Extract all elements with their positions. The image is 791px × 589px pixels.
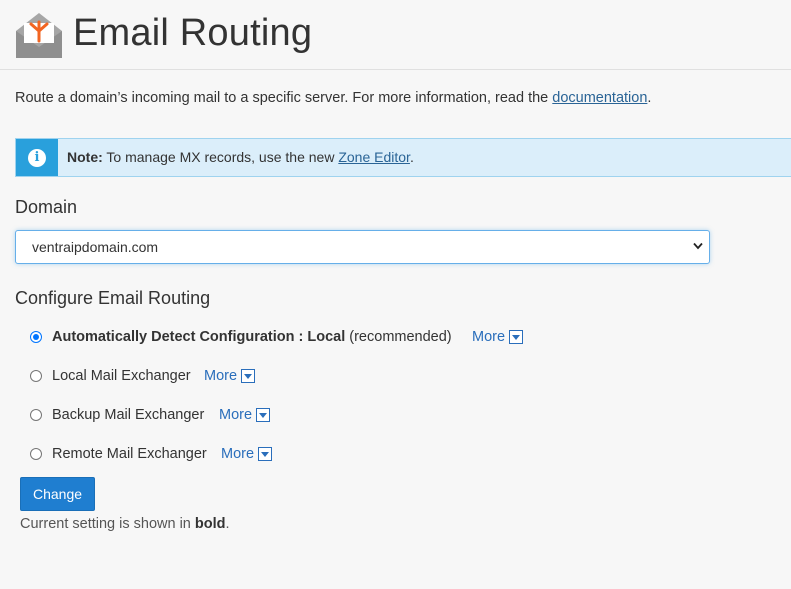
option-label: Backup Mail Exchanger: [52, 407, 205, 423]
more-link[interactable]: More: [204, 368, 256, 384]
more-link[interactable]: More: [221, 446, 273, 462]
documentation-link[interactable]: documentation: [552, 90, 647, 106]
routing-label: Configure Email Routing: [15, 288, 211, 308]
note-end: .: [409, 149, 414, 165]
radio-remote[interactable]: [30, 448, 42, 460]
more-label: More: [204, 368, 238, 384]
chevron-down-icon: [693, 242, 703, 250]
more-link[interactable]: More: [472, 329, 524, 345]
option-label: Remote Mail Exchanger: [52, 446, 207, 462]
intro-body: Route a domain’s incoming mail to a spec…: [15, 90, 553, 106]
page-header: Email Routing: [0, 0, 791, 70]
option-suffix: (recommended): [345, 329, 452, 345]
intro-end: .: [647, 90, 652, 106]
domain-label: Domain: [15, 197, 78, 217]
radio-local[interactable]: [30, 370, 42, 382]
zone-editor-link[interactable]: Zone Editor: [338, 149, 410, 165]
note-alert: i Note: To manage MX records, use the ne…: [15, 138, 791, 177]
more-link[interactable]: More: [219, 407, 271, 423]
caret-down-icon: [256, 408, 271, 422]
footnote-text: Current setting is shown in: [20, 516, 195, 532]
footnote-bold: bold: [194, 516, 226, 532]
caret-down-icon: [509, 330, 524, 344]
caret-down-icon: [241, 369, 256, 383]
footnote-end: .: [225, 516, 230, 532]
note-body: To manage MX records, use the new: [102, 149, 339, 165]
more-label: More: [219, 407, 253, 423]
alert-icon-box: i: [16, 139, 58, 176]
option-label: Automatically Detect Configuration : Loc…: [52, 329, 452, 345]
intro-text: Route a domain’s incoming mail to a spec…: [15, 90, 651, 106]
alert-text: Note: To manage MX records, use the new …: [67, 149, 414, 165]
footnote: Current setting is shown in bold.: [20, 516, 230, 532]
option-label: Local Mail Exchanger: [52, 368, 191, 384]
radio-auto-detect[interactable]: [30, 331, 42, 343]
more-label: More: [472, 329, 506, 345]
domain-select-value: ventraipdomain.com: [32, 239, 159, 255]
email-routing-icon: [16, 13, 62, 58]
info-icon: i: [28, 149, 46, 167]
caret-down-icon: [258, 447, 273, 461]
note-label: Note:: [67, 149, 103, 165]
page-title: Email Routing: [73, 12, 313, 54]
change-button[interactable]: Change: [20, 477, 95, 511]
more-label: More: [221, 446, 255, 462]
option-label-bold: Automatically Detect Configuration : Loc…: [52, 329, 346, 345]
radio-backup[interactable]: [30, 409, 42, 421]
domain-select[interactable]: ventraipdomain.com: [15, 230, 710, 264]
